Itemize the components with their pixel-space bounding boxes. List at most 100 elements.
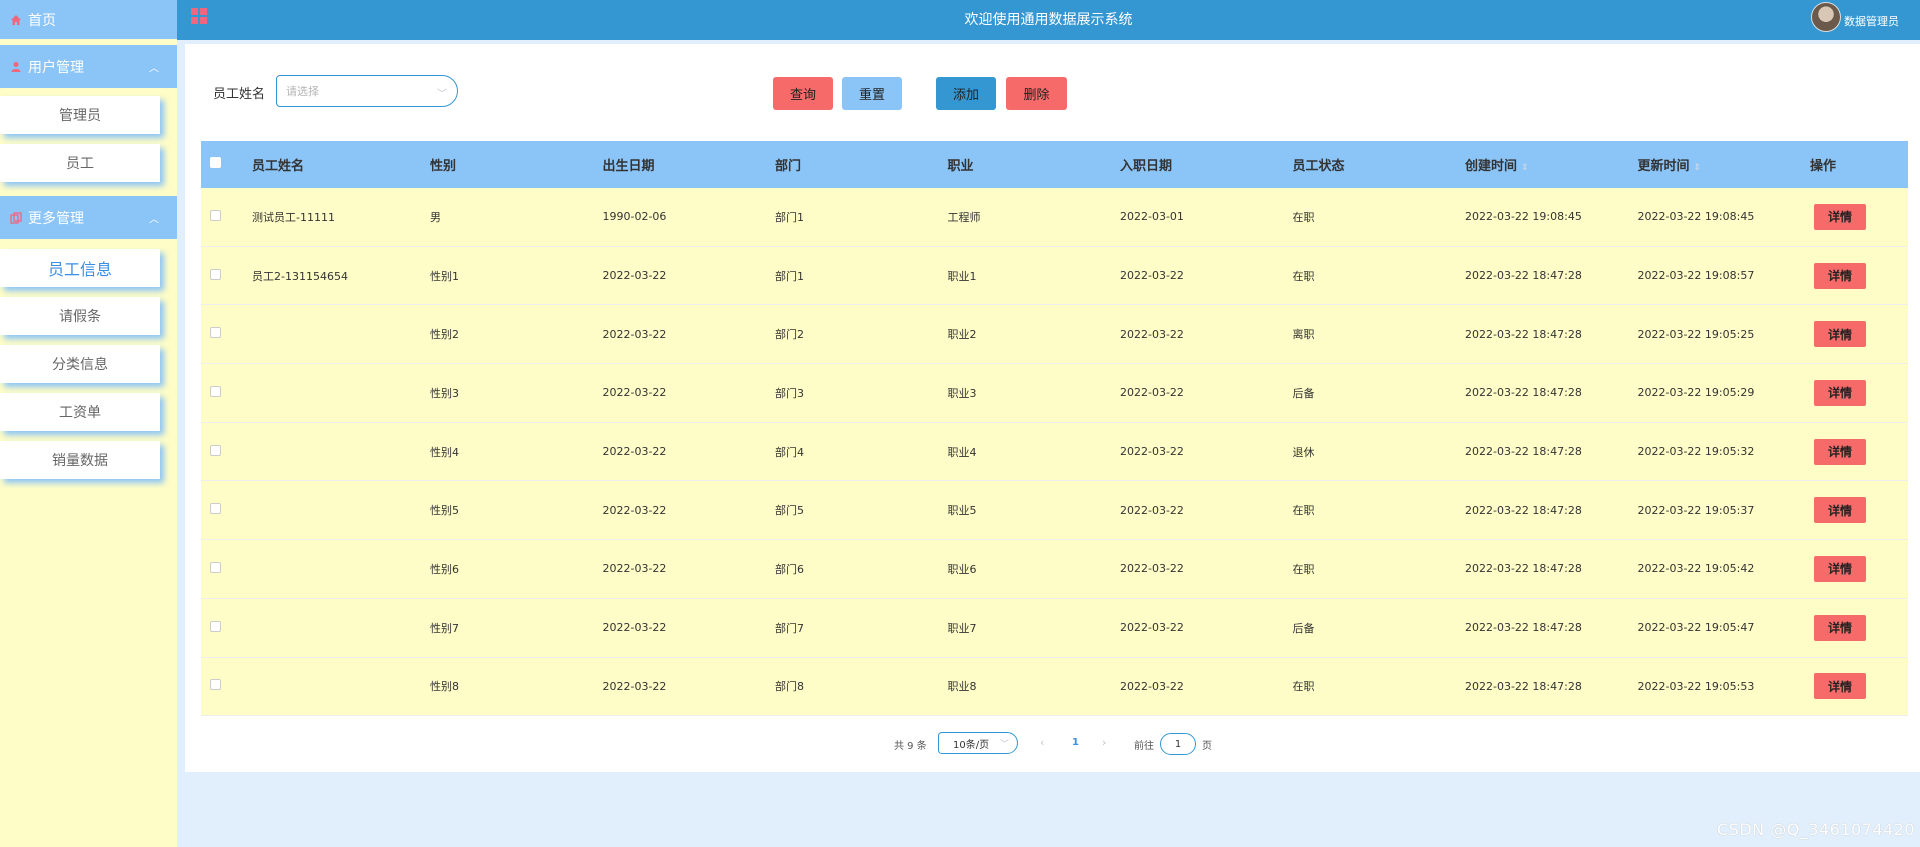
table-cell: 2022-03-22	[602, 562, 667, 576]
column-header: 出生日期	[602, 159, 655, 174]
query-button[interactable]: 查询	[773, 77, 833, 110]
employee-table: 员工姓名 性别 出生日期 部门 职业 入职日期 员工状态 创建时间 ⇕ 更新时间 ⇕…	[201, 141, 1908, 717]
page-number[interactable]: 1	[1072, 737, 1079, 748]
table-cell: 职业6	[947, 562, 977, 576]
avatar[interactable]	[1811, 2, 1841, 32]
sidebar-item-payroll[interactable]: 工资单	[0, 393, 160, 431]
table-cell: 男	[430, 210, 441, 224]
row-checkbox[interactable]	[210, 679, 221, 691]
table-cell: 部门7	[775, 621, 804, 635]
table-row: 性别5 2022-03-22 部门5 职业5 2022-03-22 在职 2022-03-2…	[201, 481, 1908, 541]
table-cell: 2022-03-22 19:08:45	[1637, 210, 1755, 224]
table-cell: 2022-03-22 19:05:29	[1637, 386, 1755, 400]
table-cell: 部门4	[775, 445, 804, 459]
prev-page-icon[interactable]: ‹	[1040, 736, 1044, 749]
sidebar-home[interactable]: 首页	[0, 0, 177, 39]
row-checkbox[interactable]	[210, 503, 221, 515]
column-header: 职业	[947, 159, 974, 174]
table-cell: 1990-02-06	[602, 210, 667, 224]
table-cell: 职业4	[947, 445, 977, 459]
detail-button[interactable]: 详情	[1814, 262, 1866, 289]
column-header: 部门	[775, 159, 802, 174]
table-cell: 2022-03-22 18:47:28	[1465, 562, 1582, 576]
table-cell: 2022-03-22 18:47:28	[1465, 621, 1582, 635]
row-checkbox[interactable]	[210, 209, 221, 221]
table-cell: 2022-03-22	[1120, 386, 1184, 400]
sidebar-group-more-management[interactable]: 更多管理 ︿	[0, 196, 177, 239]
table-cell: 2022-03-22	[602, 269, 667, 283]
sidebar-item-leave[interactable]: 请假条	[0, 297, 160, 335]
detail-button[interactable]: 详情	[1814, 321, 1866, 348]
column-header-label: 创建时间	[1465, 159, 1518, 174]
table-cell: 部门2	[775, 328, 804, 342]
table-row: 性别8 2022-03-22 部门8 职业8 2022-03-22 在职 2022-03-2…	[201, 657, 1908, 717]
row-checkbox[interactable]	[210, 444, 221, 456]
detail-button[interactable]: 详情	[1814, 614, 1866, 641]
table-cell: 退休	[1292, 445, 1315, 459]
top-bar: 欢迎使用通用数据展示系统 数据管理员	[177, 0, 1920, 40]
table-cell: 性别8	[430, 680, 459, 694]
table-cell: 2022-03-22	[602, 327, 667, 341]
table-row: 性别4 2022-03-22 部门4 职业4 2022-03-22 退休 2022-03-2…	[201, 422, 1908, 482]
sort-icon[interactable]: ⇕	[1694, 163, 1702, 173]
goto-label: 前往	[1134, 741, 1154, 752]
detail-button[interactable]: 详情	[1814, 203, 1866, 230]
table-cell: 工程师	[947, 210, 981, 224]
table-cell: 性别7	[430, 621, 459, 635]
table-cell: 在职	[1292, 680, 1315, 694]
table-cell: 部门5	[775, 504, 804, 518]
sidebar-item-category[interactable]: 分类信息	[0, 345, 160, 383]
reset-button[interactable]: 重置	[842, 77, 902, 110]
table-cell: 2022-03-22	[602, 386, 667, 400]
goto-page-input[interactable]: 1	[1160, 733, 1196, 755]
sidebar-group-label: 用户管理	[28, 59, 84, 76]
table-cell: 2022-03-22 19:05:42	[1637, 562, 1755, 576]
next-page-icon[interactable]: ›	[1102, 736, 1106, 749]
sidebar-item-admin[interactable]: 管理员	[0, 96, 160, 134]
detail-button[interactable]: 详情	[1814, 555, 1866, 582]
page-size-select[interactable]: 10条/页 ﹀	[938, 732, 1018, 754]
sidebar-home-label: 首页	[28, 12, 56, 29]
table-cell: 在职	[1292, 562, 1315, 576]
detail-button[interactable]: 详情	[1814, 379, 1866, 406]
sidebar-item-employee[interactable]: 员工	[0, 144, 160, 182]
table-cell: 员工2-131154654	[252, 269, 348, 283]
sidebar-item-employee-info[interactable]: 员工信息	[0, 249, 160, 287]
user-label[interactable]: 数据管理员	[1844, 13, 1899, 29]
column-header-sortable[interactable]: 更新时间 ⇕	[1638, 155, 1811, 174]
row-checkbox[interactable]	[210, 385, 221, 397]
table-cell: 2022-03-22 18:47:28	[1465, 679, 1582, 693]
table-cell: 职业2	[947, 328, 977, 342]
table-cell: 2022-03-22	[602, 621, 667, 635]
column-header-sortable[interactable]: 创建时间 ⇕	[1465, 155, 1638, 174]
row-checkbox[interactable]	[210, 327, 221, 339]
table-cell: 在职	[1292, 269, 1315, 283]
row-checkbox[interactable]	[210, 268, 221, 280]
table-cell: 部门3	[775, 386, 804, 400]
delete-button[interactable]: 删除	[1006, 77, 1067, 110]
home-icon	[10, 14, 22, 26]
table-cell: 离职	[1292, 328, 1315, 342]
chevron-up-icon: ︿	[149, 63, 159, 74]
table-cell: 2022-03-22 18:47:28	[1465, 386, 1582, 400]
detail-button[interactable]: 详情	[1814, 497, 1866, 524]
sidebar-group-user-management[interactable]: 用户管理 ︿	[0, 45, 177, 88]
employee-name-select[interactable]: 请选择 ﹀	[276, 75, 458, 107]
sort-icon[interactable]: ⇕	[1521, 163, 1529, 173]
detail-button[interactable]: 详情	[1814, 438, 1866, 465]
add-button[interactable]: 添加	[936, 77, 996, 110]
sidebar-group-items: 管理员 员工	[0, 88, 177, 196]
table-cell: 2022-03-22 19:05:53	[1637, 679, 1755, 693]
table-cell: 性别4	[430, 445, 459, 459]
select-all-checkbox[interactable]	[210, 157, 221, 168]
row-checkbox[interactable]	[210, 561, 221, 573]
row-checkbox[interactable]	[210, 620, 221, 632]
table-cell: 职业5	[947, 504, 977, 518]
sidebar-item-sales[interactable]: 销量数据	[0, 441, 160, 479]
table-cell: 后备	[1292, 386, 1315, 400]
table-row: 性别3 2022-03-22 部门3 职业3 2022-03-22 后备 2022-03-2…	[201, 364, 1908, 423]
table-cell: 2022-03-22 19:08:45	[1465, 210, 1582, 224]
detail-button[interactable]: 详情	[1814, 673, 1866, 700]
table-cell: 2022-03-22	[1120, 269, 1184, 283]
table-cell: 2022-03-22	[602, 445, 667, 459]
